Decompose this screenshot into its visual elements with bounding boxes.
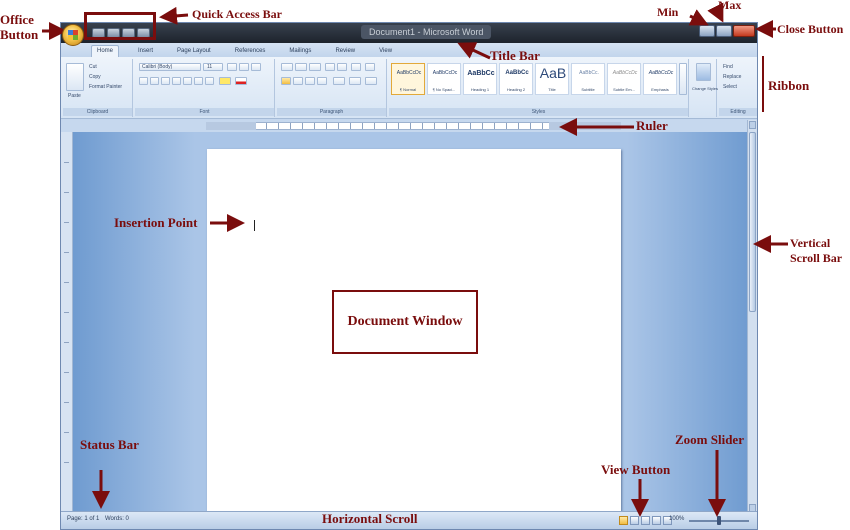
arrow-title-bar (457, 42, 491, 60)
arrow-quick-access-bar (159, 6, 189, 25)
office-logo-icon (68, 30, 78, 40)
arrow-min (688, 9, 709, 26)
office-button[interactable] (62, 24, 84, 46)
arrow-max (707, 2, 724, 23)
annotation-arrows (42, 2, 788, 517)
